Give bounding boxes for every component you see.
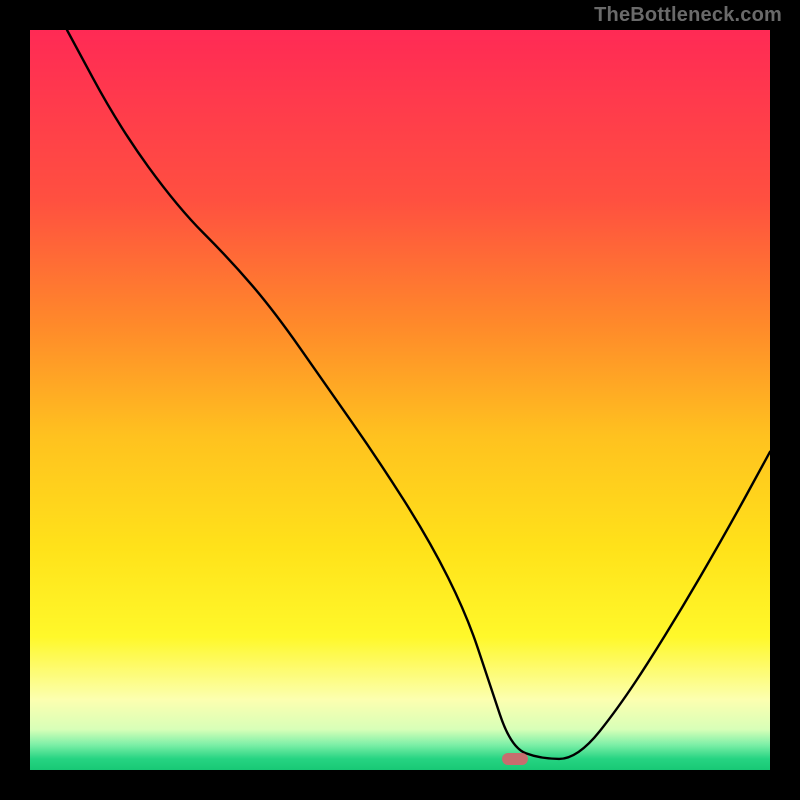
minimum-marker (502, 753, 528, 765)
watermark-text: TheBottleneck.com (594, 4, 782, 27)
chart-frame: TheBottleneck.com (0, 0, 800, 800)
bottleneck-curve (30, 30, 770, 770)
plot-area (30, 30, 770, 770)
